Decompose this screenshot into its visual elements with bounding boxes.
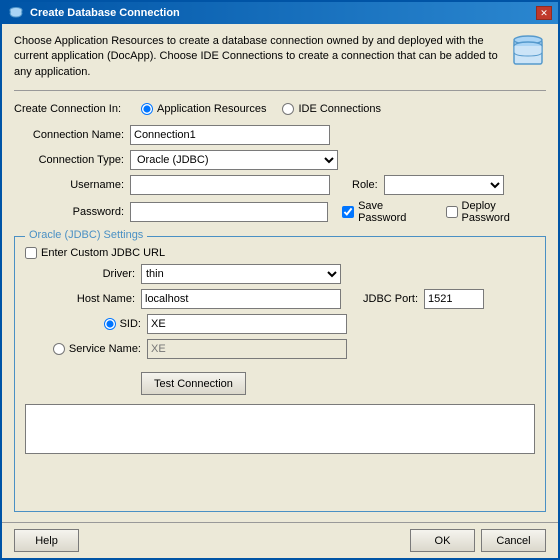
divider-1	[14, 90, 546, 91]
title-bar: Create Database Connection ✕	[2, 2, 558, 24]
connection-name-label: Connection Name:	[14, 129, 124, 141]
sid-label: SID:	[120, 318, 141, 330]
host-name-row: Host Name: JDBC Port:	[25, 289, 535, 309]
service-name-radio[interactable]	[53, 343, 65, 355]
close-button[interactable]: ✕	[536, 6, 552, 20]
main-window: Create Database Connection ✕ Choose Appl…	[0, 0, 560, 560]
ok-button[interactable]: OK	[410, 529, 475, 552]
password-label: Password:	[14, 206, 124, 218]
test-connection-button[interactable]: Test Connection	[141, 372, 246, 395]
window-title: Create Database Connection	[30, 7, 530, 19]
role-label: Role:	[352, 179, 378, 191]
password-input[interactable]	[130, 202, 328, 222]
service-name-input[interactable]	[147, 339, 347, 359]
save-password-checkbox[interactable]	[342, 206, 354, 218]
sid-radio[interactable]	[104, 318, 116, 330]
radio-ide-connections-label: IDE Connections	[298, 103, 381, 115]
connection-type-row: Connection Type: Oracle (JDBC) MySQL Pos…	[14, 150, 546, 170]
oracle-settings-section: Oracle (JDBC) Settings Enter Custom JDBC…	[14, 236, 546, 512]
output-area	[25, 404, 535, 454]
driver-label: Driver:	[25, 268, 135, 280]
save-password-label: Save Password	[358, 200, 433, 224]
host-name-input[interactable]	[141, 289, 341, 309]
username-row: Username: Role:	[14, 175, 546, 195]
service-name-row: Service Name:	[25, 339, 535, 359]
radio-app-resources[interactable]: Application Resources	[141, 103, 266, 115]
oracle-legend: Oracle (JDBC) Settings	[25, 229, 147, 241]
help-button[interactable]: Help	[14, 529, 79, 552]
custom-jdbc-label: Enter Custom JDBC URL	[41, 247, 165, 259]
host-name-label: Host Name:	[25, 293, 135, 305]
cancel-button[interactable]: Cancel	[481, 529, 546, 552]
deploy-password-checkbox[interactable]	[446, 206, 458, 218]
database-icon	[510, 34, 546, 70]
description-area: Choose Application Resources to create a…	[14, 34, 546, 80]
service-name-label: Service Name:	[69, 343, 141, 355]
service-name-radio-label[interactable]: Service Name:	[25, 343, 141, 355]
connection-type-select[interactable]: Oracle (JDBC) MySQL PostgreSQL	[130, 150, 338, 170]
connection-name-input[interactable]	[130, 125, 330, 145]
sid-radio-label[interactable]: SID:	[25, 318, 141, 330]
jdbc-port-input[interactable]	[424, 289, 484, 309]
role-select[interactable]	[384, 175, 504, 195]
driver-row: Driver: thin oci	[25, 264, 535, 284]
custom-jdbc-checkbox[interactable]	[25, 247, 37, 259]
test-connection-wrapper: Test Connection	[25, 368, 535, 395]
username-label: Username:	[14, 179, 124, 191]
title-bar-icon	[8, 5, 24, 21]
password-row: Password: Save Password Deploy Password	[14, 200, 546, 224]
oracle-content: Enter Custom JDBC URL Driver: thin oci H…	[25, 247, 535, 454]
sid-input[interactable]	[147, 314, 347, 334]
radio-ide-connections-input[interactable]	[282, 103, 294, 115]
jdbc-port-label: JDBC Port:	[363, 293, 418, 305]
description-text: Choose Application Resources to create a…	[14, 34, 502, 80]
deploy-password-label: Deploy Password	[462, 200, 546, 224]
connection-name-row: Connection Name:	[14, 125, 546, 145]
form-area: Connection Name: Connection Type: Oracle…	[14, 125, 546, 224]
dialog-content: Choose Application Resources to create a…	[2, 24, 558, 522]
custom-jdbc-row: Enter Custom JDBC URL	[25, 247, 535, 259]
username-input[interactable]	[130, 175, 330, 195]
connection-in-row: Create Connection In: Application Resour…	[14, 103, 546, 115]
radio-app-resources-input[interactable]	[141, 103, 153, 115]
radio-app-resources-label: Application Resources	[157, 103, 266, 115]
driver-select[interactable]: thin oci	[141, 264, 341, 284]
bottom-buttons: Help OK Cancel	[2, 522, 558, 558]
sid-row: SID:	[25, 314, 535, 334]
connection-in-label: Create Connection In:	[14, 103, 121, 115]
connection-type-label: Connection Type:	[14, 154, 124, 166]
radio-ide-connections[interactable]: IDE Connections	[282, 103, 381, 115]
